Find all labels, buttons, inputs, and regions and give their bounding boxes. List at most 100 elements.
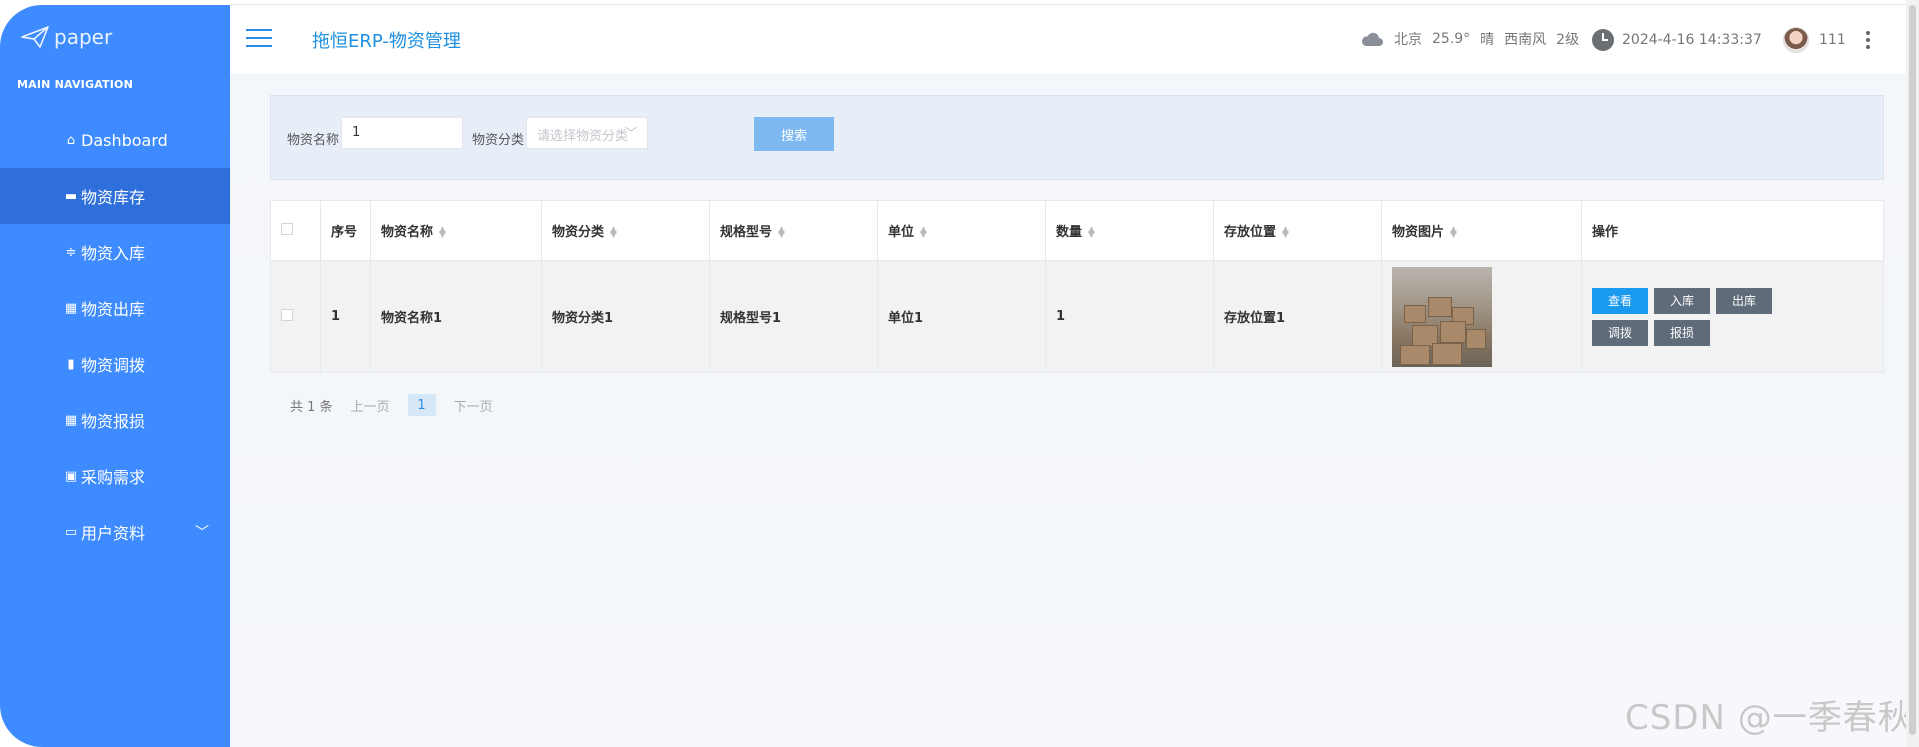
row-actions: 查看 入库 出库 调拨 报损 (1592, 287, 1832, 346)
cell-unit: 单位1 (877, 260, 1046, 373)
paper-plane-icon (21, 26, 49, 48)
sort-icon[interactable]: ▲ ▼ (1282, 225, 1289, 239)
cloud-icon (1361, 32, 1383, 46)
category-filter-label: 物资分类 (472, 133, 525, 148)
sort-icon[interactable]: ▲ ▼ (610, 225, 617, 239)
datetime-widget: 2024-4-16 14:33:37 (1592, 29, 1762, 51)
menu-toggle-icon[interactable] (246, 29, 272, 49)
weather-city: 北京 (1394, 32, 1422, 48)
main-navigation: ⌂ Dashboard ▬ 物资库存 ≑ 物资入库 ▦ 物资出库 ▮ 物资调拨 … (0, 112, 265, 560)
sidebar-item-label: 物资库存 (81, 188, 146, 207)
briefcase-icon: ▬ (64, 188, 78, 204)
sidebar-item-label: 物资报损 (81, 412, 146, 431)
chevron-down-icon: ﹀ (624, 126, 637, 140)
sort-icon[interactable]: ▲ ▼ (439, 225, 446, 239)
watermark: CSDN @一季春秋 (1625, 698, 1913, 738)
cell-location: 存放位置1 (1213, 260, 1382, 373)
app-window: paper MAIN NAVIGATION ⌂ Dashboard ▬ 物资库存… (0, 0, 1919, 747)
stock-out-button[interactable]: 出库 (1716, 287, 1772, 314)
sort-icon[interactable]: ▲ ▼ (1450, 225, 1457, 239)
sort-icon[interactable]: ▲ ▼ (920, 225, 927, 239)
category-select-placeholder: 请选择物资分类 (537, 129, 629, 144)
column-header-name[interactable]: 物资名称 ▲ ▼ (370, 200, 542, 261)
nav-section-header: MAIN NAVIGATION (17, 78, 134, 91)
select-all-checkbox[interactable] (281, 222, 293, 235)
category-select[interactable]: 请选择物资分类 ﹀ (526, 117, 648, 149)
sort-icon[interactable]: ▲ ▼ (778, 225, 785, 239)
page-title: 拖恒ERP-物资管理 (312, 31, 461, 52)
card-icon: ▭ (64, 524, 78, 540)
sidebar-item-transfer[interactable]: ▮ 物资调拨 (0, 336, 230, 392)
table-header-row: 序号 物资名称 ▲ ▼ 物资分类 ▲ ▼ 规格型号 ▲ ▼ 单位 ▲ ▼ 数量 ▲ ▼ 存放位置 ▲ ▼… (270, 200, 1884, 261)
row-checkbox[interactable] (281, 308, 293, 321)
clock-icon (1592, 29, 1614, 51)
vertical-scrollbar[interactable] (1906, 0, 1919, 747)
weather-level: 2级 (1556, 32, 1580, 48)
sidebar-item-user-profile[interactable]: ▭ 用户资料 ﹀ (0, 504, 230, 560)
sort-icon[interactable]: ▲ ▼ (1088, 225, 1095, 239)
column-header-spec[interactable]: 规格型号 ▲ ▼ (709, 200, 878, 261)
sidebar-item-dashboard[interactable]: ⌂ Dashboard (0, 112, 230, 168)
select-all-cell (270, 200, 321, 261)
sidebar: paper MAIN NAVIGATION ⌂ Dashboard ▬ 物资库存… (0, 5, 265, 747)
column-header-index: 序号 (320, 200, 371, 261)
cell-spec: 规格型号1 (709, 260, 878, 373)
next-page-button[interactable]: 下一页 (454, 396, 493, 415)
more-vertical-icon[interactable] (1865, 31, 1870, 49)
cell-category: 物资分类1 (541, 260, 710, 373)
weather-temperature: 25.9° (1432, 31, 1471, 47)
sidebar-item-stock-out[interactable]: ▦ 物资出库 (0, 280, 230, 336)
logo[interactable]: paper (20, 25, 112, 49)
cell-image (1381, 260, 1582, 373)
avatar[interactable] (1783, 27, 1809, 53)
user-menu[interactable]: 111 (1783, 27, 1870, 53)
weather-widget: 北京 25.9° 晴 西南风 2级 (1360, 29, 1579, 49)
search-panel: 物资名称 1 物资分类 请选择物资分类 ﹀ 搜索 (270, 95, 1884, 180)
column-header-unit[interactable]: 单位 ▲ ▼ (877, 200, 1046, 261)
logo-text: paper (54, 25, 113, 49)
inventory-table: 序号 物资名称 ▲ ▼ 物资分类 ▲ ▼ 规格型号 ▲ ▼ 单位 ▲ ▼ 数量 ▲ ▼ 存放位置 ▲ ▼… (270, 200, 1884, 373)
chevron-down-icon: ﹀ (195, 525, 209, 541)
name-filter-input[interactable]: 1 (341, 117, 463, 149)
sidebar-item-label: 物资调拨 (81, 356, 146, 375)
report-damage-button[interactable]: 报损 (1654, 319, 1710, 346)
weather-condition: 晴 (1480, 32, 1495, 48)
main-content: 物资名称 1 物资分类 请选择物资分类 ﹀ 搜索 序号 物资名称 ▲ ▼ 物资分类 ▲… (230, 76, 1906, 747)
home-icon: ⌂ (66, 132, 76, 148)
prev-page-button[interactable]: 上一页 (351, 396, 390, 415)
sidebar-item-label: 用户资料 (81, 524, 146, 543)
cell-name: 物资名称1 (370, 260, 542, 373)
total-count: 共 1 条 (290, 399, 333, 415)
name-filter-label: 物资名称 (287, 133, 340, 148)
column-header-location[interactable]: 存放位置 ▲ ▼ (1213, 200, 1382, 261)
page-1-button[interactable]: 1 (407, 394, 436, 416)
username: 111 (1819, 32, 1846, 48)
clipboard-icon: ▣ (64, 468, 78, 484)
weather-wind: 西南风 (1504, 32, 1547, 48)
cell-quantity: 1 (1045, 260, 1214, 373)
sidebar-item-purchase[interactable]: ▣ 采购需求 (0, 448, 230, 504)
sidebar-item-damage[interactable]: ▦ 物资报损 (0, 392, 230, 448)
transfer-button[interactable]: 调拨 (1592, 319, 1648, 346)
pagination: 共 1 条 上一页 1 下一页 (290, 394, 493, 416)
sidebar-item-label: Dashboard (81, 130, 168, 150)
column-header-image[interactable]: 物资图片 ▲ ▼ (1381, 200, 1582, 261)
column-header-quantity[interactable]: 数量 ▲ ▼ (1045, 200, 1214, 261)
column-header-actions: 操作 (1581, 200, 1884, 261)
bar-chart-icon: ▮ (67, 356, 75, 372)
grid-icon: ▦ (64, 412, 78, 428)
row-select-cell (270, 260, 321, 373)
sidebar-item-label: 物资入库 (81, 244, 146, 263)
datetime-text: 2024-4-16 14:33:37 (1622, 32, 1762, 48)
sliders-icon: ≑ (65, 244, 77, 260)
grid-icon: ▦ (64, 300, 78, 316)
sidebar-item-label: 物资出库 (81, 300, 146, 319)
material-thumbnail[interactable] (1392, 266, 1492, 367)
sidebar-item-inventory[interactable]: ▬ 物资库存 (0, 168, 265, 224)
view-button[interactable]: 查看 (1592, 287, 1648, 314)
sidebar-item-stock-in[interactable]: ≑ 物资入库 (0, 224, 230, 280)
stock-in-button[interactable]: 入库 (1654, 287, 1710, 314)
column-header-category[interactable]: 物资分类 ▲ ▼ (541, 200, 710, 261)
scrollbar-thumb[interactable] (1909, 5, 1916, 735)
search-button[interactable]: 搜索 (754, 117, 834, 151)
